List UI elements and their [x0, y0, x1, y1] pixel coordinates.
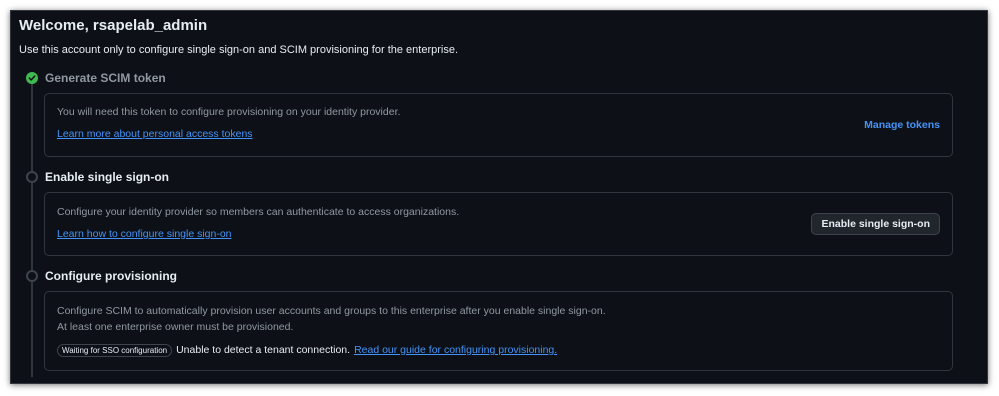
provisioning-description-line-2: At least one enterprise owner must be pr…: [57, 321, 294, 333]
sso-description: Configure your identity provider so memb…: [57, 206, 460, 218]
step-title-configure-provisioning: Configure provisioning: [45, 269, 177, 283]
learn-personal-access-tokens-link[interactable]: Learn more about personal access tokens: [57, 128, 253, 140]
circle-icon: [26, 171, 38, 183]
setup-panel: Welcome, rsapelab_admin Use this account…: [10, 10, 988, 384]
status-badge: Waiting for SSO configuration: [57, 343, 173, 357]
scim-token-card: You will need this token to configure pr…: [44, 93, 953, 157]
step-title-generate-scim-token: Generate SCIM token: [45, 71, 166, 85]
page-title: Welcome, rsapelab_admin: [19, 17, 208, 34]
provisioning-description-line-1: Configure SCIM to automatically provisio…: [57, 305, 606, 317]
timeline-line: [31, 77, 33, 377]
tenant-connection-status: Unable to detect a tenant connection.: [176, 344, 351, 356]
step-title-enable-sso: Enable single sign-on: [45, 170, 170, 184]
learn-configure-sso-link[interactable]: Learn how to configure single sign-on: [57, 228, 232, 240]
scim-token-description: You will need this token to configure pr…: [57, 106, 401, 118]
manage-tokens-button[interactable]: Manage tokens: [864, 119, 940, 131]
enable-sso-button[interactable]: Enable single sign-on: [811, 213, 940, 235]
circle-icon: [26, 270, 38, 282]
provisioning-card: Configure SCIM to automatically provisio…: [44, 291, 953, 371]
provisioning-guide-link[interactable]: Read our guide for configuring provision…: [354, 344, 557, 356]
sso-card: Configure your identity provider so memb…: [44, 192, 953, 256]
provisioning-status-row: Waiting for SSO configuration Unable to …: [57, 343, 557, 357]
check-circle-icon: [26, 72, 38, 84]
page-subtitle: Use this account only to configure singl…: [19, 44, 459, 56]
